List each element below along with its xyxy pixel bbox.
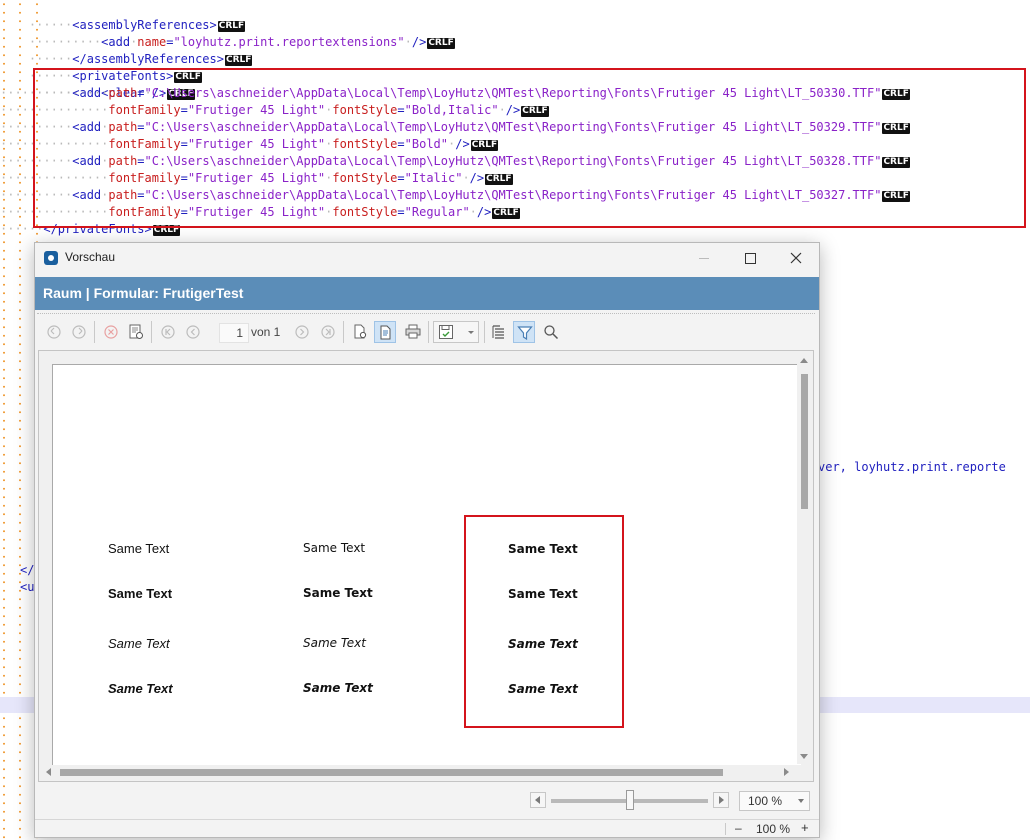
report-viewer-area[interactable]: Same Text Same Text Same Text Same Text … xyxy=(38,350,814,782)
toolbar-separator xyxy=(343,321,344,343)
parameters-filter-button[interactable] xyxy=(513,321,535,343)
code-line[interactable]: ······<assemblyReferences> CRLF xyxy=(0,0,246,32)
previous-page-icon xyxy=(186,325,200,339)
code-line[interactable]: ··········<add·name="loyhutz.print.repor… xyxy=(0,17,455,49)
cancel-icon xyxy=(104,325,118,339)
page-number-input[interactable]: 1 xyxy=(219,323,249,343)
status-bar: – 100 % + xyxy=(35,819,819,837)
undo-button[interactable] xyxy=(43,321,65,343)
single-page-view-button[interactable] xyxy=(374,321,396,343)
crlf-marker: CRLF xyxy=(427,38,455,49)
report-title: Raum | Formular: FrutigerTest xyxy=(43,285,244,301)
report-header: Raum | Formular: FrutigerTest xyxy=(35,277,819,310)
print-button[interactable] xyxy=(402,321,424,343)
toolbar-separator xyxy=(428,321,429,343)
sample-text-italic: Same Text xyxy=(108,636,170,651)
crlf-marker: CRLF xyxy=(224,55,253,66)
zoom-out-button[interactable] xyxy=(530,792,546,808)
toolbar-separator xyxy=(484,321,485,343)
scroll-left-icon[interactable] xyxy=(46,768,51,776)
document-map-button[interactable] xyxy=(488,321,510,343)
zoom-level-select[interactable]: 100 % xyxy=(739,791,810,811)
sample-text-bold: Same Text xyxy=(108,586,173,601)
stop-button[interactable] xyxy=(100,321,122,343)
column-highlight-box xyxy=(464,515,624,728)
page-view-icon xyxy=(380,325,391,340)
chevron-right-icon xyxy=(719,796,724,804)
sample-text-regular: Same Text xyxy=(303,541,366,555)
code-fragment-left: <u xyxy=(20,580,35,594)
status-zoom-label: 100 % xyxy=(756,822,791,836)
export-dropdown[interactable] xyxy=(433,321,479,343)
first-page-icon xyxy=(161,325,175,339)
scroll-right-icon[interactable] xyxy=(784,768,789,776)
zoom-level-value: 100 % xyxy=(748,794,783,808)
zoom-in-button[interactable] xyxy=(713,792,729,808)
scroll-up-icon[interactable] xyxy=(800,358,808,363)
chevron-down-icon xyxy=(798,799,804,803)
report-page: Same Text Same Text Same Text Same Text … xyxy=(52,364,801,765)
horizontal-scroll-thumb[interactable] xyxy=(60,769,723,776)
scroll-down-icon[interactable] xyxy=(800,754,808,759)
last-page-icon xyxy=(321,325,335,339)
vertical-scroll-thumb[interactable] xyxy=(801,374,808,509)
zoom-bar: 100 % xyxy=(35,783,819,817)
maximize-button[interactable] xyxy=(727,243,773,273)
first-page-button[interactable] xyxy=(157,321,179,343)
redo-button[interactable] xyxy=(68,321,90,343)
minimize-button[interactable] xyxy=(681,243,727,273)
preview-toolbar: 1 von 1 xyxy=(37,313,815,350)
sample-text-italic: Same Text xyxy=(303,636,366,650)
sample-text-bold-italic: Same Text xyxy=(108,681,173,696)
code-line[interactable]: ······<privateFonts> CRLF xyxy=(0,51,202,83)
sample-text-regular: Same Text xyxy=(108,541,170,556)
code-highlight-box xyxy=(33,68,1026,228)
filter-icon xyxy=(517,326,533,341)
status-zoom-in-button[interactable]: + xyxy=(801,820,809,835)
page-setup-button[interactable] xyxy=(125,321,147,343)
redo-icon xyxy=(72,325,86,339)
next-page-icon xyxy=(295,325,309,339)
last-page-button[interactable] xyxy=(317,321,339,343)
chevron-left-icon xyxy=(535,796,540,804)
close-button[interactable] xyxy=(773,243,819,273)
code-line[interactable]: ······</assemblyReferences> CRLF xyxy=(0,34,253,66)
page-count-label: von 1 xyxy=(251,325,281,339)
code-fragment-left: </ xyxy=(20,563,35,577)
page-settings-button[interactable] xyxy=(349,321,371,343)
preview-window[interactable]: Vorschau Raum | Formular: FrutigerTest 1… xyxy=(34,242,820,838)
chevron-down-icon xyxy=(468,331,474,334)
code-fragment-right: ver, loyhutz.print.reporte xyxy=(818,460,1006,474)
printer-icon xyxy=(405,324,421,339)
window-title: Vorschau xyxy=(65,250,116,264)
vertical-scrollbar[interactable] xyxy=(797,354,811,764)
sample-text-bold-italic: Same Text xyxy=(303,681,373,695)
horizontal-scrollbar[interactable] xyxy=(42,765,797,779)
toolbar-separator xyxy=(151,321,152,343)
window-titlebar[interactable]: Vorschau xyxy=(35,243,819,273)
status-zoom-out-button[interactable]: – xyxy=(735,821,742,835)
search-icon xyxy=(544,325,559,340)
sample-text-bold: Same Text xyxy=(303,586,373,600)
save-icon xyxy=(439,325,453,339)
undo-icon xyxy=(47,325,61,339)
next-page-button[interactable] xyxy=(291,321,313,343)
page-gear-icon xyxy=(354,324,367,339)
search-button[interactable] xyxy=(540,321,562,343)
document-map-icon xyxy=(492,325,504,339)
previous-page-button[interactable] xyxy=(182,321,204,343)
status-separator xyxy=(725,823,726,835)
page-setup-icon xyxy=(129,324,143,339)
zoom-slider-thumb[interactable] xyxy=(626,790,634,810)
toolbar-separator xyxy=(94,321,95,343)
close-icon xyxy=(790,252,802,264)
app-icon xyxy=(44,251,58,265)
